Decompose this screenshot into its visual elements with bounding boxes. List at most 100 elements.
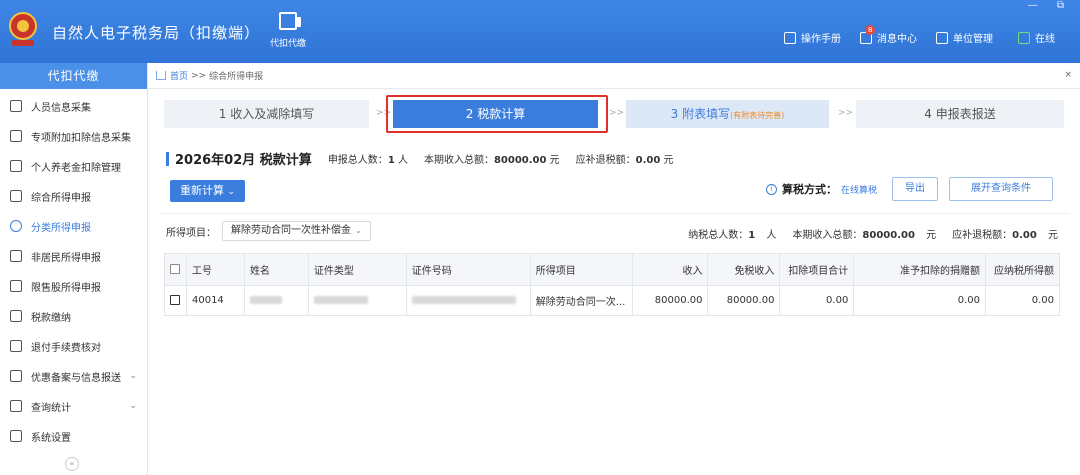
cell-id-type-redacted	[307, 285, 407, 316]
divider	[160, 213, 1070, 214]
income-item-filter: 所得项目： 解除劳动合同一次性补偿金 ⌄	[166, 221, 371, 241]
sidebar-item-settings[interactable]: 系统设置	[0, 421, 147, 451]
sidebar-item-label: 退付手续费核对	[31, 342, 101, 354]
online-label: 在线	[1035, 34, 1055, 45]
folder-icon	[10, 310, 22, 322]
sidebar-item-label: 优惠备案与信息报送	[31, 372, 121, 384]
sidebar-item-pension[interactable]: 个人养老金扣除管理	[0, 151, 147, 181]
message-count-badge: 8	[865, 24, 876, 35]
select-all-cell	[164, 253, 187, 286]
main-content: 首页 >> 综合所得申报 × 1 收入及减除填写 >> 2 税款计算 >> 3 …	[148, 63, 1080, 475]
cell-taxable-income: 0.00	[985, 285, 1060, 316]
income-item-label: 所得项目：	[166, 227, 216, 239]
recalculate-button[interactable]: 重新计算 ⌄	[170, 180, 246, 202]
col-id-type[interactable]: 证件类型	[307, 253, 407, 286]
expand-query-button[interactable]: 展开查询条件	[949, 177, 1053, 201]
bar-chart-icon	[10, 280, 22, 292]
manual-button[interactable]: 操作手册	[784, 30, 841, 45]
info-icon[interactable]: i	[766, 183, 777, 195]
document-icon	[10, 160, 22, 172]
cell-income: 80000.00	[631, 285, 709, 316]
list-icon	[10, 130, 22, 142]
breadcrumb-separator: >>	[191, 70, 207, 81]
message-icon: 8	[860, 24, 876, 44]
tax-calculation-table: 工号 姓名 证件类型 证件号码 所得项目 收入 免税收入 扣除项目合计 准予扣除…	[164, 253, 1060, 316]
pie-icon	[10, 220, 22, 232]
sidebar-item-person-info[interactable]: 人员信息采集	[0, 91, 147, 121]
sidebar-item-label: 限售股所得申报	[31, 282, 101, 294]
manual-icon	[784, 31, 796, 44]
redacted-name	[249, 296, 282, 304]
col-income[interactable]: 收入	[631, 253, 709, 286]
user-icon	[10, 250, 22, 262]
building-icon	[936, 31, 948, 44]
sidebar-item-classified-income[interactable]: 分类所得申报	[0, 211, 147, 241]
sidebar-item-label: 分类所得申报	[31, 222, 91, 234]
withholding-tool-label: 代扣代缴	[269, 39, 306, 49]
breadcrumb-current: 综合所得申报	[209, 72, 264, 82]
sidebar-item-label: 专项附加扣除信息采集	[31, 132, 131, 144]
row-checkbox[interactable]	[170, 295, 181, 305]
wallet-icon	[279, 12, 301, 30]
window-controls[interactable]: — ⧉	[1028, 0, 1072, 11]
sidebar-item-label: 查询统计	[31, 402, 71, 414]
step-schedule-entry[interactable]: 3 附表填写(有附表待完善)	[626, 100, 829, 128]
sidebar-item-label: 非居民所得申报	[31, 252, 101, 264]
income-total: 本期收入总额：80000.00 元	[792, 230, 937, 241]
receipt-icon	[10, 340, 22, 352]
gear-icon	[10, 430, 22, 442]
sidebar-item-preferential-filing[interactable]: 优惠备案与信息报送 ⌄	[0, 361, 147, 391]
online-icon	[1018, 31, 1030, 44]
sidebar-item-fee-check[interactable]: 退付手续费核对	[0, 331, 147, 361]
col-deduction-total[interactable]: 扣除项目合计	[779, 253, 855, 286]
message-center-label: 消息中心	[877, 34, 917, 45]
cell-tax-free-income: 80000.00	[707, 285, 781, 316]
col-employee-id[interactable]: 工号	[185, 253, 245, 286]
unit-management-button[interactable]: 单位管理	[936, 30, 993, 45]
chevron-down-icon: ⌄	[129, 401, 137, 411]
chevron-down-icon: ⌄	[355, 226, 362, 235]
step-navigation: 1 收入及减除填写 >> 2 税款计算 >> 3 附表填写(有附表待完善) >>…	[164, 95, 1064, 133]
message-center-button[interactable]: 8 消息中心	[860, 24, 917, 45]
select-all-checkbox[interactable]	[170, 264, 181, 274]
breadcrumb: 首页 >> 综合所得申报 ×	[148, 63, 1080, 89]
chevron-down-icon: ⌄	[227, 187, 236, 197]
collapse-sidebar-button[interactable]: «	[65, 457, 79, 471]
home-icon	[156, 71, 166, 80]
sidebar-item-comprehensive-income[interactable]: 综合所得申报	[0, 181, 147, 211]
tax-method-value: 在线算税	[841, 185, 878, 196]
export-button[interactable]: 导出	[892, 177, 938, 201]
withholding-tool-button[interactable]: 代扣代缴	[266, 12, 310, 49]
income-item-select[interactable]: 解除劳动合同一次性补偿金 ⌄	[222, 221, 371, 241]
cell-employee-id: 40014	[185, 285, 245, 316]
col-income-item[interactable]: 所得项目	[529, 253, 633, 286]
sidebar-item-restricted-shares[interactable]: 限售股所得申报	[0, 271, 147, 301]
col-taxable-income[interactable]: 应纳税所得额	[985, 253, 1060, 286]
breadcrumb-home-link[interactable]: 首页	[170, 69, 188, 82]
tax-people-total: 纳税总人数：1 人	[688, 230, 777, 241]
col-tax-free-income[interactable]: 免税收入	[707, 253, 781, 286]
refund-total: 应补退税额：0.00 元	[952, 230, 1058, 241]
online-status[interactable]: 在线	[1018, 30, 1055, 45]
sidebar-item-label: 个人养老金扣除管理	[31, 162, 121, 174]
sidebar-item-special-deduction[interactable]: 专项附加扣除信息采集	[0, 121, 147, 151]
redacted-id-number	[411, 296, 516, 304]
sidebar-item-nonresident[interactable]: 非居民所得申报	[0, 241, 147, 271]
col-id-number[interactable]: 证件号码	[405, 253, 531, 286]
tax-method: i 算税方式： 在线算税	[766, 181, 877, 197]
top-bar: 自然人电子税务局（扣缴端） 代扣代缴 — ⧉ 操作手册 8 消息中心 单位管理 …	[0, 0, 1080, 63]
table-row[interactable]: 40014 解除劳动合同一次... 80000.00 80000.00 0.00…	[164, 285, 1060, 316]
totals-line: 纳税总人数：1 人 本期收入总额：80000.00 元 应补退税额：0.00 元	[672, 226, 1058, 241]
person-icon	[10, 100, 22, 112]
col-name[interactable]: 姓名	[243, 253, 309, 286]
col-donation[interactable]: 准予扣除的捐赠额	[853, 253, 987, 286]
sidebar-item-label: 系统设置	[31, 432, 71, 444]
cell-income-item: 解除劳动合同一次...	[529, 285, 633, 316]
sidebar-item-tax-payment[interactable]: 税款缴纳	[0, 301, 147, 331]
unit-management-label: 单位管理	[953, 34, 993, 45]
close-tab-icon[interactable]: ×	[1064, 70, 1072, 80]
sidebar-item-query-stats[interactable]: 查询统计 ⌄	[0, 391, 147, 421]
step-income-entry[interactable]: 1 收入及减除填写	[164, 100, 369, 128]
step-submit-report[interactable]: 4 申报表报送	[856, 100, 1064, 128]
step-arrow: >>	[838, 108, 854, 118]
